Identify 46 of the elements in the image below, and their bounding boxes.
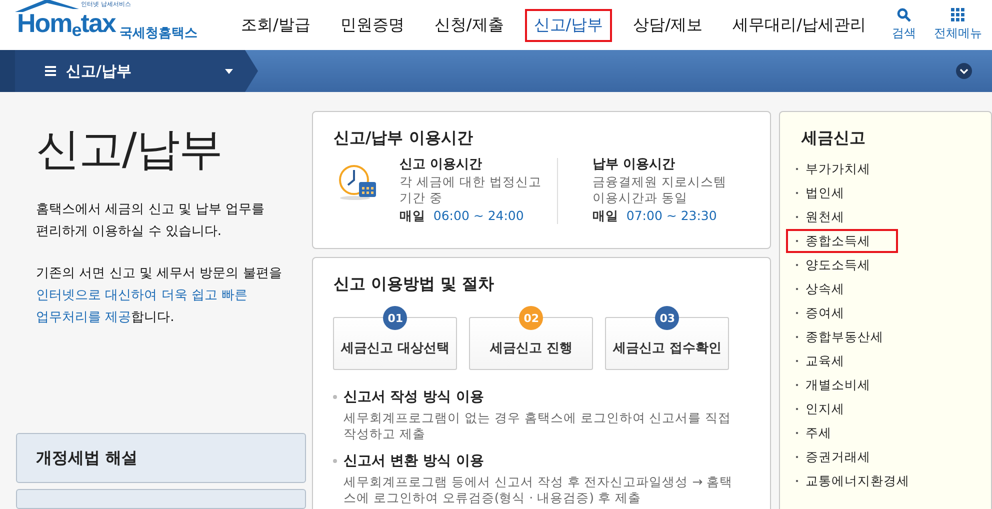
method-heading: 신고서 변환 방식 이용 [343, 452, 484, 470]
all-menu-button[interactable]: 전체메뉴 [934, 8, 982, 42]
tax-link[interactable]: 부가가치세 [786, 157, 898, 181]
method-heading: 신고서 작성 방식 이용 [343, 388, 484, 406]
day-label: 매일 [399, 208, 426, 223]
intro-text: 홈택스에서 세금의 신고 및 납부 업무를 편리하게 이용하실 수 있습니다. [36, 201, 266, 241]
tax-link[interactable]: 인지세 [786, 397, 898, 421]
time-range: 06:00 ~ 24:00 [433, 208, 524, 223]
card-title: 신고/납부 이용시간 [333, 128, 474, 149]
logo-name: 국세청홈택스 [119, 25, 198, 42]
panel-title: 세금신고 [802, 128, 867, 149]
page-title: 신고/납부 [36, 123, 223, 177]
hours-heading: 납부 이용시간 [592, 157, 676, 173]
menu-tab[interactable]: 신고/납부 [524, 8, 612, 42]
menu-tab[interactable]: 상담/제보 [624, 8, 712, 42]
logo-wordmark: Hom$_{e}$tax [17, 12, 116, 41]
tax-link[interactable]: 교통에너지환경세 [786, 469, 918, 493]
method-description: 세무회계프로그램 등에서 신고서 작성 후 전자신고파일생성 → 홈택스에 로그인하여 오류검증(형식 · 내용검증) 후 제출 [343, 474, 734, 506]
hours-description: 금융결제원 지로시스템 이용시간과 동일 [592, 174, 728, 206]
hours-description: 각 세금에 대한 법정신고 기간 중 [399, 174, 542, 206]
step-number-badge: 01 [383, 306, 408, 330]
tax-link[interactable]: 상속세 [786, 277, 898, 301]
tax-link[interactable]: 양도소득세 [786, 253, 898, 277]
tax-link[interactable]: 법인세 [786, 181, 898, 205]
step-number-badge: 03 [655, 306, 680, 330]
tax-link[interactable]: 증여세 [786, 301, 898, 325]
menu-tab[interactable]: 신청/제출 [425, 8, 513, 42]
tax-link[interactable]: 증권거래세 [786, 445, 898, 469]
tax-link[interactable]: 주세 [786, 421, 898, 445]
menu-tab[interactable]: 민원증명 [331, 8, 414, 42]
tax-link[interactable]: 종합소득세 [786, 229, 898, 253]
menu-tab[interactable]: 조회/발급 [232, 8, 320, 42]
method-description: 세무회계프로그램이 없는 경우 홈택스에 로그인하여 신고서를 직접 작성하고 제출 [343, 410, 732, 442]
tax-link[interactable]: 종합부동산세 [786, 325, 898, 349]
card-title: 신고 이용방법 및 절차 [333, 274, 496, 295]
step-number-badge: 02 [519, 306, 544, 330]
hours-heading: 신고 이용시간 [399, 157, 483, 173]
time-range: 07:00 ~ 23:30 [626, 208, 717, 223]
side-link-panel[interactable]: 개정세법 해설 [16, 433, 306, 483]
tax-link[interactable]: 교육세 [786, 349, 898, 373]
intro-text: 기존의 서면 신고 및 세무서 방문의 불편을 인터넷으로 대신하여 더욱 쉽고 빠른 업무처리를 제공합니다. [36, 265, 283, 327]
menu-tab[interactable]: 세무대리/납세관리 [724, 8, 875, 42]
day-label: 매일 [592, 208, 618, 223]
tax-link[interactable]: 원천세 [786, 205, 898, 229]
tax-link[interactable]: 개별소비세 [786, 373, 898, 397]
search-button[interactable]: 검색 [892, 8, 916, 42]
